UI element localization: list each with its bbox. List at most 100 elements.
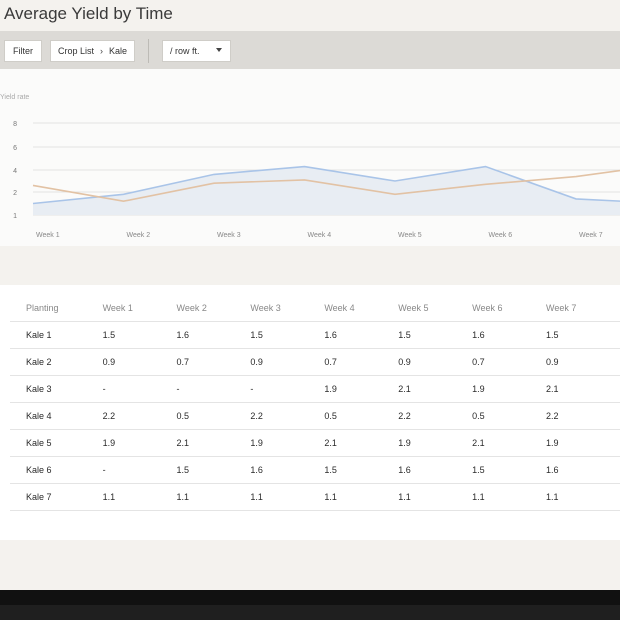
yield-cell: 0.9 (546, 347, 620, 375)
y-tick-label: 8 (13, 121, 17, 128)
yield-cell: - (250, 374, 325, 402)
yield-cell: 1.1 (102, 482, 177, 511)
column-header: Week 4 (324, 302, 355, 313)
column-header: Week 3 (250, 302, 281, 313)
table-row: Kale 4 2.2 0.5 2.2 0.5 2.2 0.5 2.2 (10, 401, 620, 429)
footer-bar (0, 590, 620, 620)
yield-cell: 1.9 (398, 428, 473, 456)
planting-name-cell: Kale 4 (10, 401, 103, 429)
yield-chart: Yield rate 1 2 4 6 8 Week 1 Week 2 Week 3 Week 4 W… (0, 94, 620, 239)
x-tick-label: Week 2 (127, 232, 151, 239)
planting-name-cell: Kale 3 (10, 374, 103, 402)
yield-cell: 1.5 (324, 455, 399, 483)
yield-cell: - (176, 374, 251, 402)
yield-cell: 1.5 (398, 320, 473, 348)
yield-cell: 1.5 (472, 455, 547, 483)
yield-cell: 1.6 (398, 455, 473, 483)
yield-cell: 1.9 (472, 374, 547, 402)
planting-name-cell: Kale 1 (10, 320, 103, 348)
yield-cell: 0.9 (398, 347, 473, 375)
yield-cell: 1.9 (102, 428, 177, 456)
planting-name-cell: Kale 2 (10, 347, 103, 375)
column-header: Planting (26, 302, 59, 313)
yield-cell: 0.5 (324, 401, 399, 429)
y-tick-label: 1 (13, 213, 17, 220)
yield-cell: 2.1 (324, 428, 399, 456)
table-panel: Planting Week 1 Week 2 Week 3 Week 4 Week 5 We… (0, 285, 620, 540)
yield-cell: 1.5 (102, 320, 177, 348)
yield-cell: 2.2 (250, 401, 325, 429)
x-tick-label: Week 3 (217, 232, 241, 239)
x-tick-label: Week 7 (579, 232, 603, 239)
column-header: Week 5 (398, 302, 429, 313)
table-row: Kale 3- - -1.9 2.1 1.9 2.1 (10, 374, 620, 402)
x-tick-label: Week 1 (36, 232, 60, 239)
toolbar: Filter Crop List › Kale / row ft. (0, 31, 620, 69)
yield-cell: 1.1 (176, 482, 251, 511)
yield-cell: 2.2 (102, 401, 177, 429)
planting-name-cell: Kale 5 (10, 428, 103, 456)
column-header: Week 2 (176, 302, 207, 313)
yield-cell: 1.9 (250, 428, 325, 456)
y-axis-label: Yield rate (0, 94, 29, 101)
yield-cell: 0.7 (472, 347, 547, 375)
table-header-row: Planting Week 1 Week 2 Week 3 Week 4 Week 5 We… (10, 295, 620, 321)
breadcrumb-item-crop-list[interactable]: Crop List (58, 46, 94, 56)
column-header: Week 1 (102, 302, 133, 313)
x-tick-label: Week 6 (489, 232, 513, 239)
yield-cell: - (102, 374, 177, 402)
unit-select[interactable]: / row ft. (162, 40, 231, 62)
table-row: Kale 5 1.9 2.1 1.9 2.1 1.9 2.1 1.9 (10, 428, 620, 456)
page-title: Average Yield by Time (4, 4, 173, 23)
series-1-area (33, 166, 620, 215)
yield-cell: 1.5 (250, 320, 325, 348)
chart-panel: Yield rate 1 2 4 6 8 Week 1 Week 2 Week 3 Week 4 W… (0, 69, 620, 246)
yield-cell: 0.7 (324, 347, 399, 375)
yield-cell: 1.5 (546, 320, 620, 348)
toolbar-divider (148, 39, 149, 63)
yield-cell: 1.1 (398, 482, 473, 511)
yield-cell: 0.7 (176, 347, 251, 375)
yield-cell: 1.6 (472, 320, 547, 348)
yield-cell: 1.1 (472, 482, 547, 511)
yield-table: Planting Week 1 Week 2 Week 3 Week 4 Week 5 We… (10, 295, 620, 511)
yield-cell: 2.1 (398, 374, 473, 402)
filter-button[interactable]: Filter (4, 40, 42, 62)
yield-cell: 2.2 (546, 401, 620, 429)
yield-cell: 1.1 (324, 482, 399, 511)
yield-cell: 1.6 (546, 455, 620, 483)
yield-cell: 1.6 (250, 455, 325, 483)
planting-name-cell: Kale 6 (10, 455, 103, 483)
yield-cell: 1.9 (546, 428, 620, 456)
yield-cell: 1.6 (176, 320, 251, 348)
yield-cell: - (102, 455, 177, 483)
y-tick-label: 6 (13, 145, 17, 152)
table-row: Kale 1 1.5 1.6 1.5 1.6 1.5 1.6 1.5 (10, 320, 620, 348)
table-row: Kale 7 1.1 1.1 1.1 1.1 1.1 1.1 1.1 (10, 482, 620, 511)
footer-inner (0, 605, 620, 620)
yield-cell: 0.9 (102, 347, 177, 375)
y-tick-label: 2 (13, 190, 17, 197)
planting-name-cell: Kale 7 (10, 482, 103, 511)
yield-cell: 2.1 (472, 428, 547, 456)
filter-label: Filter (13, 46, 33, 56)
yield-cell: 1.9 (324, 374, 399, 402)
yield-cell: 1.6 (324, 320, 399, 348)
yield-cell: 2.1 (546, 374, 620, 402)
column-header: Week 6 (472, 302, 503, 313)
breadcrumb: Crop List › Kale (50, 40, 136, 62)
y-tick-label: 4 (13, 168, 17, 175)
yield-cell: 1.1 (250, 482, 325, 511)
unit-select-value: / row ft. (170, 46, 200, 56)
yield-cell: 1.5 (176, 455, 251, 483)
yield-cell: 0.9 (250, 347, 325, 375)
column-header: Week 7 (546, 302, 577, 313)
caret-down-icon (216, 48, 222, 52)
breadcrumb-item-kale[interactable]: Kale (109, 46, 127, 56)
table-row: Kale 6-1.5 1.6 1.5 1.6 1.5 1.6 (10, 455, 620, 483)
yield-cell: 2.1 (176, 428, 251, 456)
chevron-right-icon: › (100, 46, 104, 56)
table-row: Kale 2 0.9 0.7 0.9 0.7 0.9 0.7 0.9 (10, 347, 620, 375)
yield-cell: 2.2 (398, 401, 473, 429)
yield-cell: 0.5 (176, 401, 251, 429)
